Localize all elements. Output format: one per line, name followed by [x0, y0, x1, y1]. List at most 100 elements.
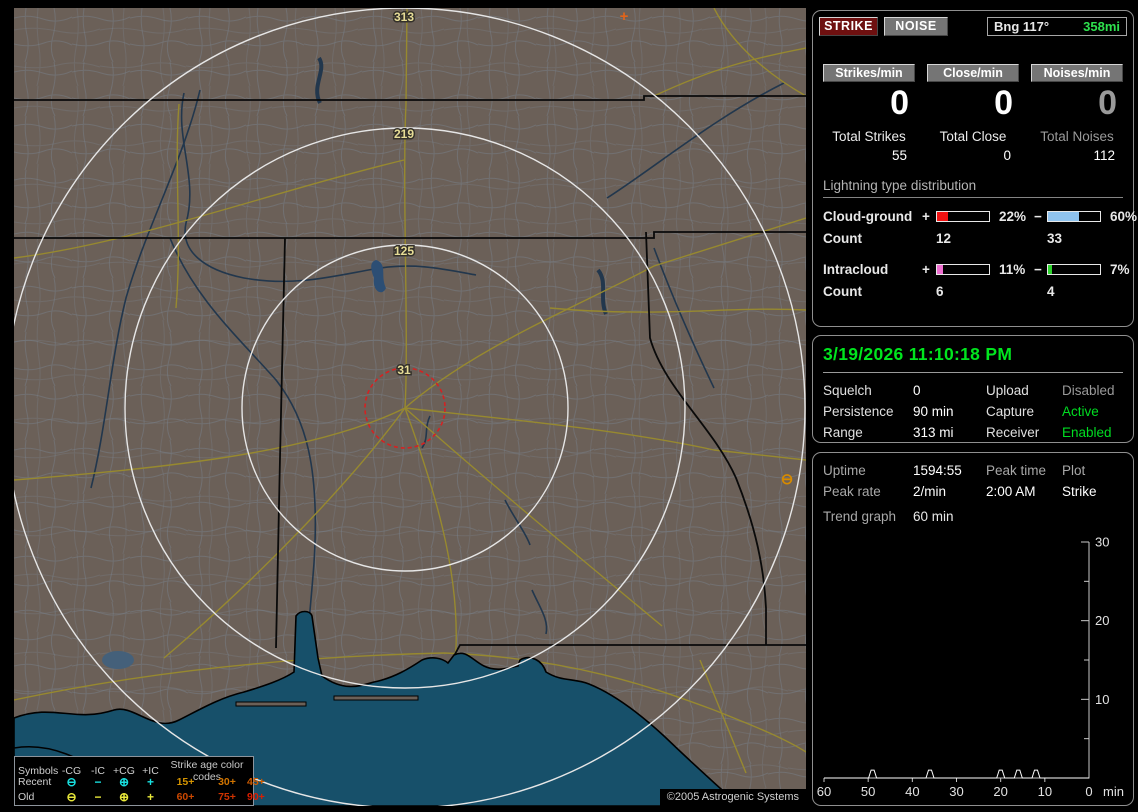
range-label: Range [823, 425, 863, 440]
minus-sign: − [1034, 209, 1042, 224]
cg-plus-pct: 22% [999, 209, 1027, 224]
lightning-map[interactable]: 313 219 125 31 + ⊖ [14, 8, 806, 806]
svg-text:50: 50 [861, 784, 875, 799]
legend-header-row: Symbols -CG -IC +CG +IC Strike age color… [18, 759, 250, 783]
persistence-value: 90 min [913, 404, 954, 419]
cg-minus-bar-fill [1048, 212, 1080, 221]
cloud-ground-label: Cloud-ground [823, 209, 913, 224]
cg-plus-bar [936, 211, 990, 222]
persistence-label: Persistence [823, 404, 894, 419]
age-75: 75+ [218, 790, 236, 803]
close-per-min-button[interactable]: Close/min [927, 64, 1019, 82]
total-noises-value: 112 [1093, 148, 1115, 163]
map-panel: 313 219 125 31 + ⊖ Symbols -CG -IC +CG +… [14, 8, 806, 806]
noises-column: Noises/min 0 Total Noises 112 [1031, 64, 1123, 163]
cloud-ground-row: Cloud-ground + 22% − 60% [823, 209, 1137, 224]
bearing-readout: Bng 117° 358mi [987, 17, 1127, 36]
ring-label-31: 31 [397, 363, 411, 377]
total-strikes-label: Total Strikes [832, 129, 906, 144]
age-15: 15+ [176, 775, 195, 788]
close-column: Close/min 0 Total Close 0 [927, 64, 1019, 163]
total-close-value: 0 [1003, 148, 1011, 163]
svg-text:10: 10 [1095, 692, 1109, 707]
ic-minus-count: 4 [1047, 284, 1055, 299]
copyright-text: ©2005 Astrogenic Systems [659, 789, 806, 806]
old-pos-cg-icon: ⊕ [118, 789, 130, 804]
app-window: 313 219 125 31 + ⊖ Symbols -CG -IC +CG +… [0, 0, 1138, 812]
cloud-ground-count-row: Count 12 33 [823, 231, 1123, 246]
ic-minus-pct: 7% [1110, 262, 1130, 277]
cg-minus-count: 33 [1047, 231, 1063, 246]
status-panel: 3/19/2026 11:10:18 PM Squelch 0 Upload D… [812, 335, 1134, 443]
recent-neg-cg-icon: ⊖ [66, 774, 77, 789]
svg-text:min: min [1103, 784, 1124, 799]
symbol-legend: Symbols -CG -IC +CG +IC Strike age color… [14, 756, 265, 806]
legend-recent-label: Recent [18, 775, 52, 788]
rate-counters: Strikes/min 0 Total Strikes 55 Close/min… [823, 64, 1123, 163]
svg-text:20: 20 [1095, 613, 1109, 628]
legend-old-row: Old ⊖ − ⊕ + 60+ 75+ 90+ [18, 789, 265, 804]
lightning-distribution: Lightning type distribution Cloud-ground… [823, 178, 1137, 299]
legend-old-label: Old [18, 790, 35, 803]
legend-recent-row: Recent ⊖ − ⊕ + 15+ 30+ 45+ [18, 774, 265, 789]
old-pos-ic-icon: + [146, 789, 154, 804]
cg-minus-pct: 60% [1110, 209, 1138, 224]
cg-plus-bar-fill [937, 212, 949, 221]
squelch-value: 0 [913, 383, 921, 398]
counters-panel: STRIKE NOISE Bng 117° 358mi Strikes/min … [812, 10, 1137, 327]
ic-plus-count: 6 [936, 284, 944, 299]
count-label: Count [823, 284, 862, 299]
ic-minus-bar-fill [1048, 265, 1052, 274]
upload-label: Upload [986, 383, 1029, 398]
total-noises-label: Total Noises [1040, 129, 1114, 144]
age-30: 30+ [218, 775, 236, 788]
age-90: 90+ [247, 790, 265, 803]
datetime-display: 3/19/2026 11:10:18 PM [823, 344, 1013, 364]
old-neg-cg-icon: ⊖ [66, 789, 77, 804]
range-value: 313 mi [913, 425, 954, 440]
status-grid: Squelch 0 Upload Disabled Persistence 90… [823, 383, 1123, 440]
ic-plus-pct: 11% [999, 262, 1026, 277]
intracloud-count-row: Count 6 4 [823, 284, 1123, 299]
svg-text:0: 0 [1085, 784, 1092, 799]
svg-text:30: 30 [1095, 535, 1109, 550]
ic-plus-bar [936, 264, 990, 275]
recent-neg-ic-icon: − [94, 774, 102, 789]
recent-pos-ic-icon: + [146, 774, 154, 789]
svg-text:30: 30 [949, 784, 963, 799]
intracloud-row: Intracloud + 11% − 7% [823, 262, 1130, 277]
total-strikes-value: 55 [891, 148, 907, 163]
divider [823, 372, 1123, 373]
stats-panel: Uptime 1594:55 Peak time Plot Peak rate … [812, 452, 1134, 806]
bearing-value: Bng 117° [994, 19, 1050, 34]
noises-per-min-value: 0 [1098, 84, 1117, 122]
ring-label-125: 125 [394, 244, 414, 258]
trend-graph: 10 20 30 60 50 40 30 20 10 0 min [817, 535, 1124, 800]
ring-label-313: 313 [394, 10, 414, 24]
strike-symbol-minus-cg: ⊖ [781, 471, 794, 488]
ring-label-219: 219 [394, 127, 414, 141]
svg-text:60: 60 [817, 784, 831, 799]
plus-sign: + [922, 262, 930, 277]
svg-text:40: 40 [905, 784, 919, 799]
strikes-per-min-value: 0 [890, 84, 909, 122]
mode-toolbar: STRIKE NOISE Bng 117° 358mi [819, 17, 1127, 36]
upload-status: Disabled [1062, 383, 1115, 398]
svg-text:10: 10 [1038, 784, 1052, 799]
minus-sign: − [1034, 262, 1042, 277]
cg-plus-count: 12 [936, 231, 952, 246]
noise-mode-button[interactable]: NOISE [884, 17, 948, 36]
strikes-per-min-button[interactable]: Strikes/min [823, 64, 915, 82]
svg-text:20: 20 [993, 784, 1007, 799]
capture-label: Capture [986, 404, 1035, 419]
count-label: Count [823, 231, 862, 246]
total-close-label: Total Close [939, 129, 1007, 144]
age-60: 60+ [176, 790, 195, 803]
recent-pos-cg-icon: ⊕ [118, 774, 130, 789]
close-per-min-value: 0 [994, 84, 1013, 122]
ic-plus-bar-fill [937, 265, 943, 274]
distance-value: 358mi [1083, 19, 1120, 34]
receiver-status: Enabled [1062, 425, 1112, 440]
noises-per-min-button[interactable]: Noises/min [1031, 64, 1123, 82]
strike-mode-button[interactable]: STRIKE [819, 17, 878, 36]
